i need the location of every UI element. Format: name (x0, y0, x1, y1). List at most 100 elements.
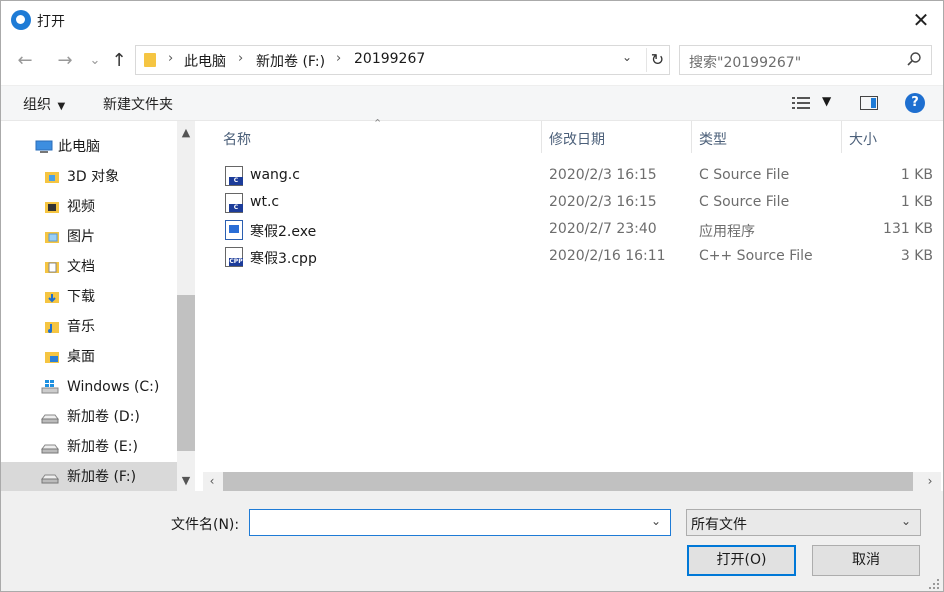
file-list-scrollbar-thumb[interactable] (223, 472, 913, 491)
file-name: wang.c (250, 167, 300, 183)
view-details-icon[interactable] (792, 96, 810, 110)
navigation-pane: 此电脑 3D 对象 视频 图片 文档 下载 音乐 桌面 Windows (C:)… (1, 121, 197, 492)
recent-locations-chevron-icon[interactable]: ⌄ (83, 49, 107, 73)
folder-pictures-icon (45, 232, 59, 243)
breadcrumb-current-folder[interactable]: 20199267 (354, 51, 425, 67)
sidebar-item-label: 文档 (67, 259, 95, 275)
sidebar-item-3d-objects[interactable]: 3D 对象 (1, 162, 177, 192)
view-options-chevron-icon[interactable]: ▼ (822, 94, 831, 108)
column-divider[interactable] (841, 121, 842, 153)
file-type: 应用程序 (699, 224, 755, 240)
file-date: 2020/2/7 23:40 (549, 221, 657, 237)
sidebar-item-desktop[interactable]: 桌面 (1, 342, 177, 372)
file-row[interactable]: C wang.c 2020/2/3 16:15 C Source File 1 … (203, 163, 939, 190)
organize-menu[interactable]: 组织 ▼ (23, 94, 65, 114)
preview-pane-icon[interactable] (860, 96, 878, 110)
new-folder-button[interactable]: 新建文件夹 (103, 94, 173, 114)
file-date: 2020/2/3 16:15 (549, 167, 657, 183)
file-date: 2020/2/3 16:15 (549, 194, 657, 210)
column-header-name[interactable]: 名称 (223, 129, 251, 149)
search-placeholder: 搜索"20199267" (689, 55, 802, 71)
c-file-icon: C (225, 193, 243, 213)
scroll-left-icon[interactable]: ‹ (203, 472, 221, 491)
folder-documents-icon (45, 262, 59, 273)
sort-ascending-icon: ⌃ (373, 117, 383, 130)
breadcrumb-separator[interactable]: › (336, 51, 341, 66)
column-divider[interactable] (541, 121, 542, 153)
forward-arrow-icon[interactable]: → (53, 49, 77, 73)
folder-downloads-icon (45, 292, 59, 303)
search-icon[interactable] (906, 51, 922, 67)
column-header-date[interactable]: 修改日期 (549, 129, 605, 149)
file-type-select[interactable]: 所有文件 ⌄ (686, 509, 921, 536)
dialog-title: 打开 (37, 14, 65, 30)
up-arrow-icon[interactable]: ↑ (107, 49, 131, 73)
scroll-down-icon[interactable]: ▼ (177, 471, 195, 491)
sidebar-item-videos[interactable]: 视频 (1, 192, 177, 222)
sidebar-item-music[interactable]: 音乐 (1, 312, 177, 342)
folder-video-icon (45, 202, 59, 213)
sidebar-item-pictures[interactable]: 图片 (1, 222, 177, 252)
search-input[interactable]: 搜索"20199267" (679, 45, 932, 75)
sidebar-item-label: 下载 (67, 289, 95, 305)
chevron-down-icon: ⌄ (901, 514, 912, 528)
chevron-down-icon[interactable]: ⌄ (622, 50, 632, 64)
drive-icon (41, 444, 59, 454)
windows-drive-icon (41, 380, 59, 394)
chevron-down-icon[interactable]: ⌄ (651, 514, 661, 528)
sidebar-item-label: Windows (C:) (67, 379, 160, 395)
breadcrumb-separator[interactable]: › (238, 51, 243, 66)
resize-grip-icon[interactable] (927, 577, 941, 591)
chevron-down-icon: ▼ (57, 101, 66, 112)
refresh-icon[interactable]: ↻ (646, 48, 668, 72)
file-size: 1 KB (900, 194, 933, 210)
sidebar-item-drive-c[interactable]: Windows (C:) (1, 372, 177, 402)
sidebar-scrollbar-thumb[interactable] (177, 295, 195, 451)
sidebar-item-drive-e[interactable]: 新加卷 (E:) (1, 432, 177, 462)
cancel-button[interactable]: 取消 (812, 545, 920, 576)
filename-label: 文件名(N): (171, 517, 240, 533)
column-header-size[interactable]: 大小 (849, 129, 877, 149)
column-divider[interactable] (691, 121, 692, 153)
sidebar-item-label: 视频 (67, 199, 95, 215)
help-icon[interactable]: ? (905, 93, 925, 113)
title-bar: 打开 ✕ (1, 1, 943, 39)
back-arrow-icon[interactable]: ← (13, 49, 37, 73)
sidebar-item-drive-d[interactable]: 新加卷 (D:) (1, 402, 177, 432)
sidebar-item-drive-f[interactable]: 新加卷 (F:) (1, 462, 177, 492)
sidebar-item-downloads[interactable]: 下载 (1, 282, 177, 312)
sidebar-item-label: 新加卷 (F:) (67, 469, 137, 485)
breadcrumb-drive-f[interactable]: 新加卷 (F:) (256, 51, 325, 71)
file-name: 寒假2.exe (250, 224, 317, 240)
open-button[interactable]: 打开(O) (687, 545, 796, 576)
scroll-up-icon[interactable]: ▲ (177, 123, 195, 143)
sidebar-item-this-pc[interactable]: 此电脑 (1, 132, 177, 162)
column-header-type[interactable]: 类型 (699, 129, 727, 149)
folder-icon (144, 53, 156, 67)
folder-music-icon (45, 322, 59, 333)
file-type: C Source File (699, 167, 790, 183)
sidebar-item-documents[interactable]: 文档 (1, 252, 177, 282)
file-row[interactable]: CPP 寒假3.cpp 2020/2/16 16:11 C++ Source F… (203, 244, 939, 271)
file-size: 1 KB (900, 167, 933, 183)
computer-icon (35, 140, 53, 153)
address-bar[interactable]: › 此电脑 › 新加卷 (F:) › 20199267 ⌄ ↻ (135, 45, 670, 75)
file-row[interactable]: C wt.c 2020/2/3 16:15 C Source File 1 KB (203, 190, 939, 217)
file-date: 2020/2/16 16:11 (549, 248, 666, 264)
close-button[interactable]: ✕ (901, 7, 941, 35)
file-size: 131 KB (883, 221, 933, 237)
breadcrumb-this-pc[interactable]: 此电脑 (184, 51, 226, 71)
file-row[interactable]: 寒假2.exe 2020/2/7 23:40 应用程序 131 KB (203, 217, 939, 244)
file-type: C++ Source File (699, 248, 813, 264)
breadcrumb-separator: › (168, 51, 174, 66)
sidebar-item-label: 图片 (67, 229, 95, 245)
scroll-right-icon[interactable]: › (921, 472, 939, 491)
filename-input[interactable] (249, 509, 671, 536)
sidebar-item-label: 桌面 (67, 349, 95, 365)
c-file-icon: C (225, 166, 243, 186)
sidebar-item-label: 3D 对象 (67, 169, 120, 185)
dialog-footer (1, 491, 943, 591)
sidebar-item-label: 此电脑 (58, 139, 100, 155)
file-name: wt.c (250, 194, 280, 210)
folder-3d-icon (45, 172, 59, 183)
